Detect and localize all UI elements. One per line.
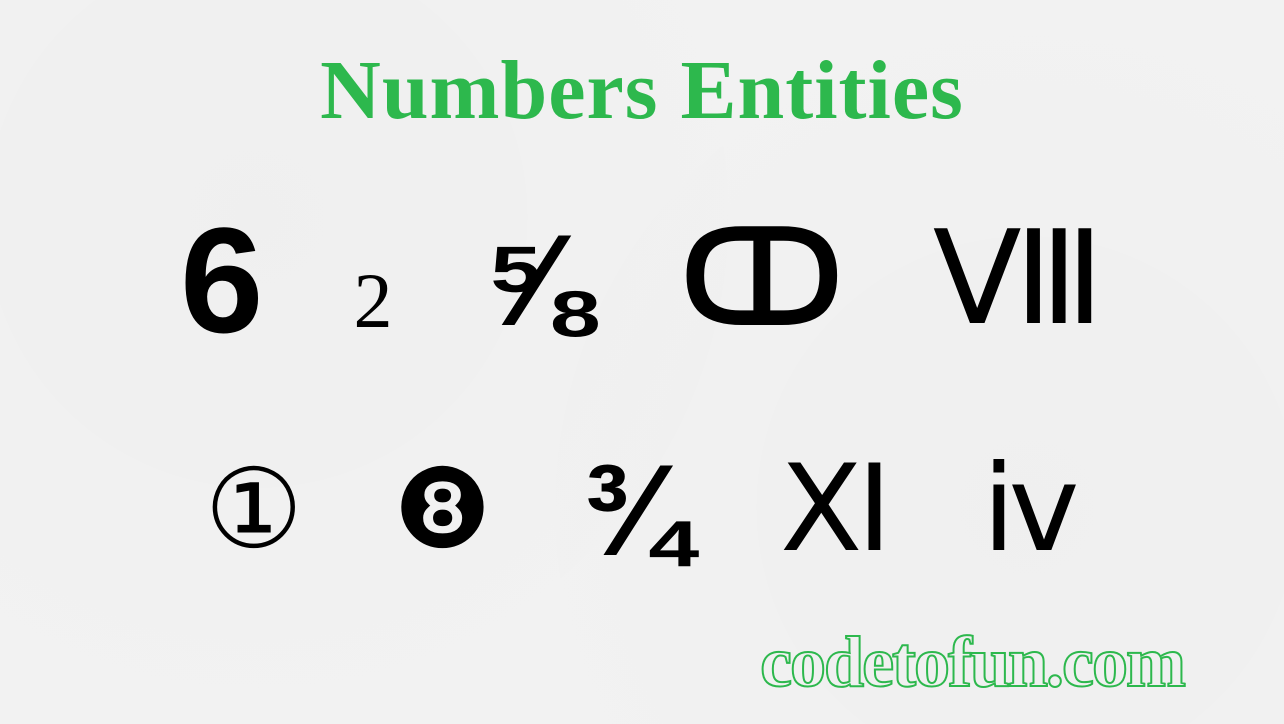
fraction-entity: ¾ xyxy=(582,445,690,575)
roman-numeral-entity: ↀ xyxy=(681,215,843,345)
number-entity: 6 xyxy=(180,205,263,355)
number-entity: 2 xyxy=(353,262,392,350)
page-title: Numbers Entities xyxy=(0,42,1284,139)
entities-row-2: ① ❽ ¾ Ⅺ ⅳ xyxy=(0,440,1284,580)
circled-number-entity: ① xyxy=(204,455,303,565)
roman-numeral-entity: Ⅺ xyxy=(780,450,892,570)
fraction-entity: ⅝ xyxy=(482,215,590,345)
watermark-text: codetofun.com xyxy=(760,621,1184,704)
entities-row-1: 6 2 ⅝ ↀ Ⅷ xyxy=(0,210,1284,350)
roman-numeral-entity: Ⅷ xyxy=(933,215,1104,345)
filled-circled-number-entity: ❽ xyxy=(393,455,492,565)
roman-numeral-entity: ⅳ xyxy=(982,450,1079,570)
